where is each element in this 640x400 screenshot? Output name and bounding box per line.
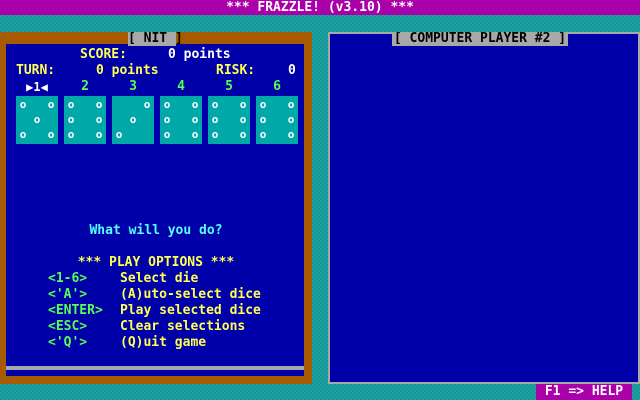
die-label: 1 xyxy=(33,80,41,94)
die-pip: o xyxy=(239,113,247,126)
window-title: *** FRAZZLE! (v3.10) *** xyxy=(226,0,414,15)
die-pip: o xyxy=(259,113,267,126)
score-label: SCORE: xyxy=(80,47,127,62)
options-header: *** PLAY OPTIONS *** xyxy=(77,255,235,270)
die-pip: o xyxy=(191,128,199,141)
die-pip: o xyxy=(47,128,55,141)
die-6[interactable]: oooooo xyxy=(256,96,298,144)
die-pip: o xyxy=(259,128,267,141)
die-pip: o xyxy=(95,98,103,111)
risk-value: 0 xyxy=(288,63,296,78)
die-pip: o xyxy=(115,128,123,141)
die-pip: o xyxy=(67,128,75,141)
option-description: Select die xyxy=(120,271,199,286)
die-pip: o xyxy=(67,113,75,126)
die-3[interactable]: ooo xyxy=(112,96,154,144)
option-key[interactable]: <'Q'> xyxy=(48,336,87,350)
option-description: Play selected dice xyxy=(120,303,261,318)
score-value: 0 points xyxy=(168,47,231,62)
action-prompt: What will you do? xyxy=(89,223,223,238)
option-key[interactable]: <'A'> xyxy=(48,288,87,302)
die-number-1: ▶1◀ xyxy=(16,80,58,94)
die-pip: o xyxy=(287,113,295,126)
die-pip: o xyxy=(163,98,171,111)
die-number-5: 5 xyxy=(225,79,233,94)
selection-marker-right-icon: ◀ xyxy=(40,80,48,94)
die-pip: o xyxy=(19,98,27,111)
die-pip: o xyxy=(67,98,75,111)
die-pip: o xyxy=(287,98,295,111)
option-description: (A)uto-select dice xyxy=(120,287,261,302)
help-hint[interactable]: F1 => HELP xyxy=(536,384,632,400)
risk-label: RISK: xyxy=(216,63,256,78)
die-pip: o xyxy=(239,98,247,111)
die-pip: o xyxy=(239,128,247,141)
die-pip: o xyxy=(191,98,199,111)
option-description: (Q)uit game xyxy=(120,335,207,350)
player-name-label: [ NIT ] xyxy=(128,31,183,46)
die-pip: o xyxy=(211,98,219,111)
die-pip: o xyxy=(211,128,219,141)
die-pip: o xyxy=(129,113,137,126)
die-5[interactable]: oooooo xyxy=(208,96,250,144)
die-number-2: 2 xyxy=(81,79,89,94)
option-description: Clear selections xyxy=(120,319,246,334)
die-4[interactable]: oooooo xyxy=(160,96,202,144)
option-key[interactable]: <ESC> xyxy=(48,320,87,334)
die-pip: o xyxy=(211,113,219,126)
option-key[interactable]: <1-6> xyxy=(48,272,87,286)
option-key[interactable]: <ENTER> xyxy=(48,304,103,318)
die-pip: o xyxy=(191,113,199,126)
die-number-6: 6 xyxy=(273,79,281,94)
die-number-4: 4 xyxy=(177,79,185,94)
die-1[interactable]: ooooo xyxy=(16,96,58,144)
die-pip: o xyxy=(19,128,27,141)
die-pip: o xyxy=(143,98,151,111)
turn-value: 0 points xyxy=(96,63,159,78)
die-pip: o xyxy=(259,98,267,111)
turn-label: TURN: xyxy=(16,63,56,78)
die-pip: o xyxy=(163,113,171,126)
die-pip: o xyxy=(95,113,103,126)
die-2[interactable]: oooooo xyxy=(64,96,106,144)
die-number-3: 3 xyxy=(129,79,137,94)
die-pip: o xyxy=(163,128,171,141)
die-pip: o xyxy=(95,128,103,141)
die-pip: o xyxy=(47,98,55,111)
die-pip: o xyxy=(33,113,41,126)
panel-footer xyxy=(6,370,304,376)
computer-panel xyxy=(328,32,640,384)
computer-name-label: [ COMPUTER PLAYER #2 ] xyxy=(392,31,568,46)
die-pip: o xyxy=(287,128,295,141)
